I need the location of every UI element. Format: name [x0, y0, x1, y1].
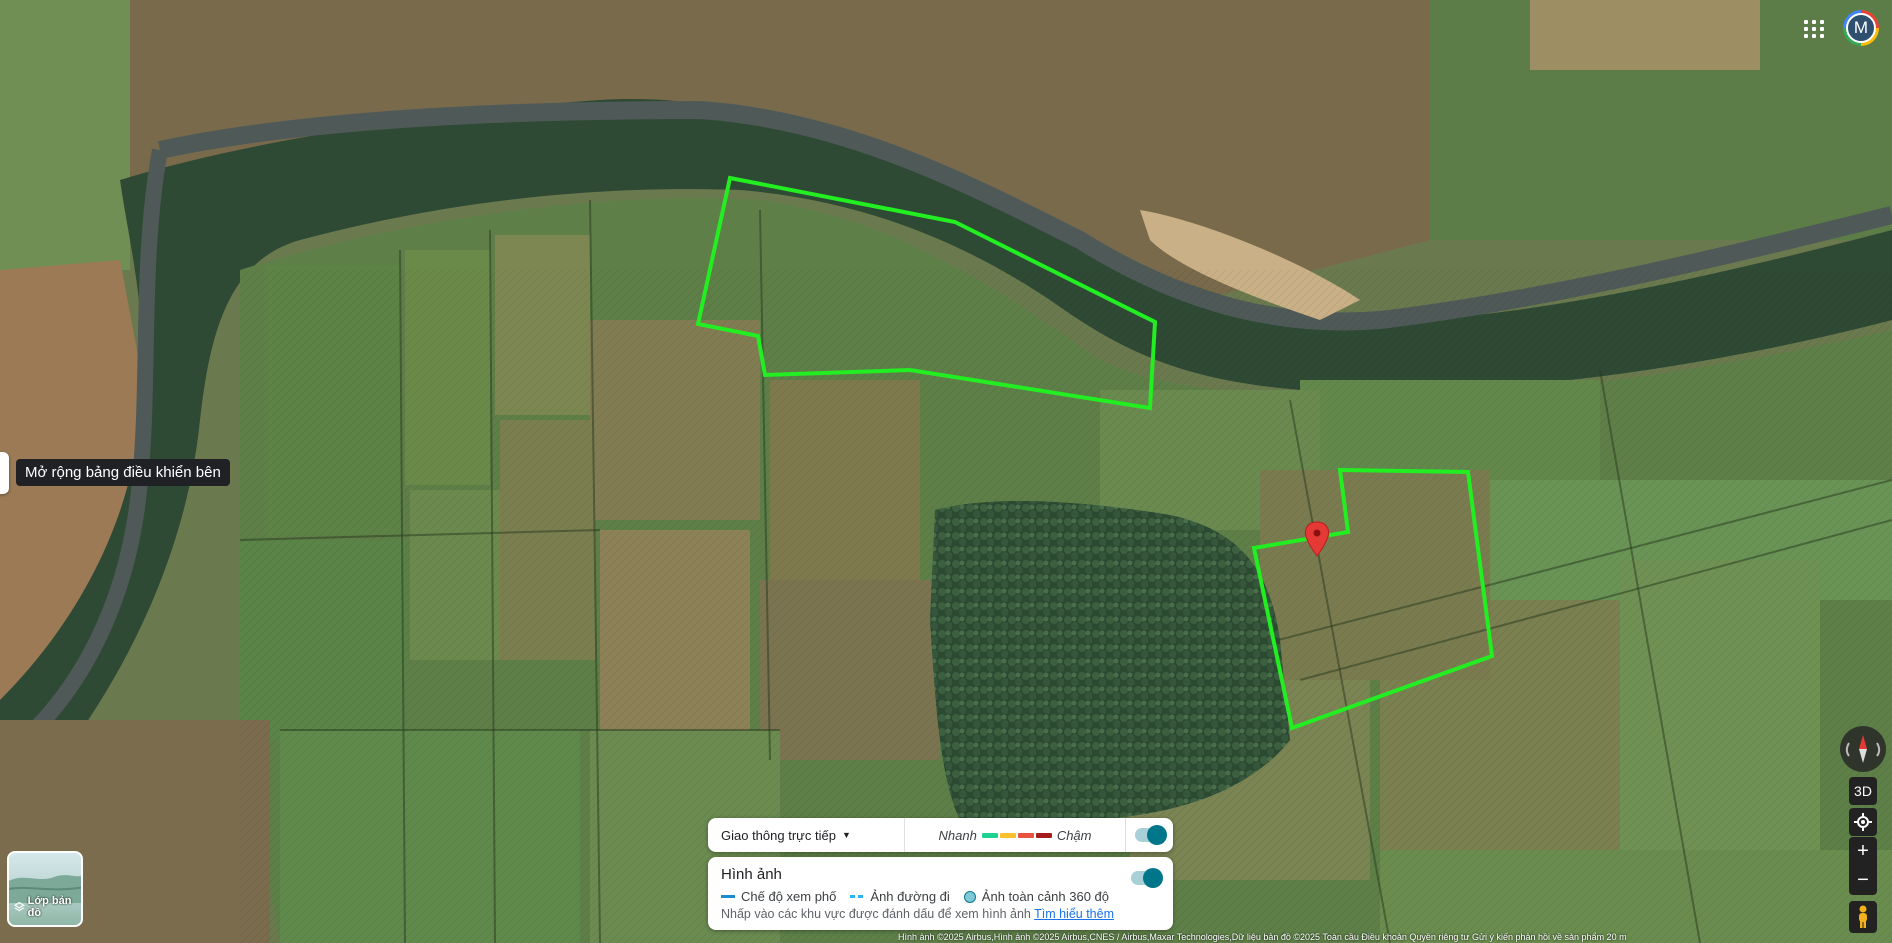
- live-traffic-card: Giao thông trực tiếp ▼ Nhanh Chậm: [708, 818, 1173, 852]
- imagery-legend: Chế độ xem phố Ảnh đường đi Ảnh toàn cản…: [721, 889, 1109, 904]
- satellite-map[interactable]: [0, 0, 1892, 943]
- pegman-icon: [1859, 905, 1867, 928]
- tilt-3d-button[interactable]: 3D: [1849, 777, 1877, 805]
- traffic-legend: Nhanh Chậm: [905, 818, 1126, 852]
- imagery-card: Hình ảnh Chế độ xem phố Ảnh đường đi Ảnh…: [708, 857, 1173, 930]
- zoom-in-button[interactable]: +: [1849, 837, 1877, 866]
- traffic-slow-label: Chậm: [1056, 827, 1092, 843]
- imagery-note: Nhấp vào các khu vực được đánh dấu để xe…: [721, 907, 1114, 921]
- map-layers-button[interactable]: Lớp bản đồ: [7, 851, 83, 927]
- traffic-color-bar: [981, 832, 1052, 838]
- traffic-title: Giao thông trực tiếp: [721, 827, 836, 843]
- chevron-down-icon: ▼: [841, 830, 851, 840]
- map-attribution: Hình ảnh ©2025 Airbus,Hình ảnh ©2025 Air…: [898, 932, 1627, 942]
- compass-icon: [1845, 735, 1881, 763]
- layers-icon: [14, 901, 25, 912]
- traffic-dropdown[interactable]: Giao thông trực tiếp ▼: [708, 818, 905, 852]
- account-avatar[interactable]: M: [1843, 10, 1879, 46]
- avatar-initial: M: [1846, 13, 1876, 43]
- legend-street-view: Chế độ xem phố: [741, 889, 837, 904]
- imagery-toggle[interactable]: [1131, 868, 1163, 888]
- legend-road-photos: Ảnh đường đi: [870, 889, 950, 904]
- traffic-fast-label: Nhanh: [938, 827, 977, 843]
- learn-more-link[interactable]: Tìm hiểu thêm: [1034, 907, 1114, 921]
- imagery-note-text: Nhấp vào các khu vực được đánh dấu để xe…: [721, 907, 1031, 921]
- panorama-dot-icon: [963, 890, 976, 903]
- layers-label: Lớp bản đồ: [27, 895, 72, 919]
- zoom-out-button[interactable]: −: [1849, 866, 1877, 895]
- expand-side-panel-button[interactable]: [0, 452, 9, 494]
- expand-panel-tooltip: Mở rộng bảng điều khiển bên: [16, 459, 230, 486]
- road-photo-line-icon: [850, 895, 865, 898]
- zoom-controls: + −: [1849, 837, 1877, 895]
- legend-360: Ảnh toàn cảnh 360 độ: [981, 889, 1110, 904]
- my-location-icon: [1854, 813, 1872, 831]
- google-apps-icon[interactable]: [1800, 15, 1828, 43]
- traffic-toggle[interactable]: [1134, 825, 1167, 845]
- street-view-pegman[interactable]: [1849, 901, 1877, 933]
- street-view-line-icon: [721, 895, 735, 898]
- imagery-title: Hình ảnh: [721, 866, 782, 883]
- compass-button[interactable]: [1840, 726, 1886, 772]
- my-location-button[interactable]: [1849, 808, 1877, 836]
